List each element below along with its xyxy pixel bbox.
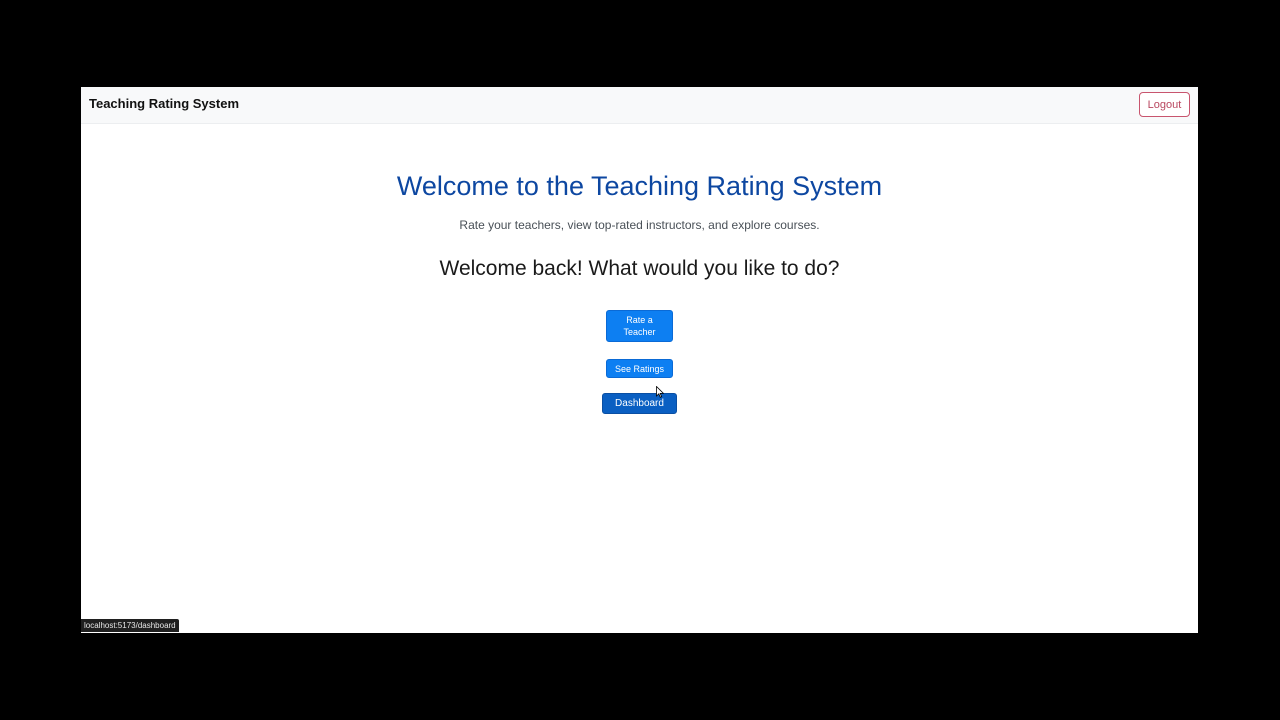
dashboard-button[interactable]: Dashboard	[602, 393, 677, 414]
logout-button[interactable]: Logout	[1139, 92, 1190, 117]
status-bar-url: localhost:5173/dashboard	[81, 619, 179, 632]
navbar-brand[interactable]: Teaching Rating System	[89, 96, 239, 111]
page-subtitle: Rate your teachers, view top-rated instr…	[459, 218, 820, 232]
browser-viewport: Teaching Rating System Logout Welcome to…	[81, 87, 1198, 633]
actions-heading: Welcome back! What would you like to do?	[439, 257, 840, 280]
rate-teacher-button[interactable]: Rate a Teacher	[606, 310, 673, 342]
mouse-pointer-icon	[656, 386, 664, 398]
see-ratings-button[interactable]: See Ratings	[606, 359, 673, 378]
page-title: Welcome to the Teaching Rating System	[396, 171, 883, 201]
navbar: Teaching Rating System Logout	[81, 87, 1198, 124]
